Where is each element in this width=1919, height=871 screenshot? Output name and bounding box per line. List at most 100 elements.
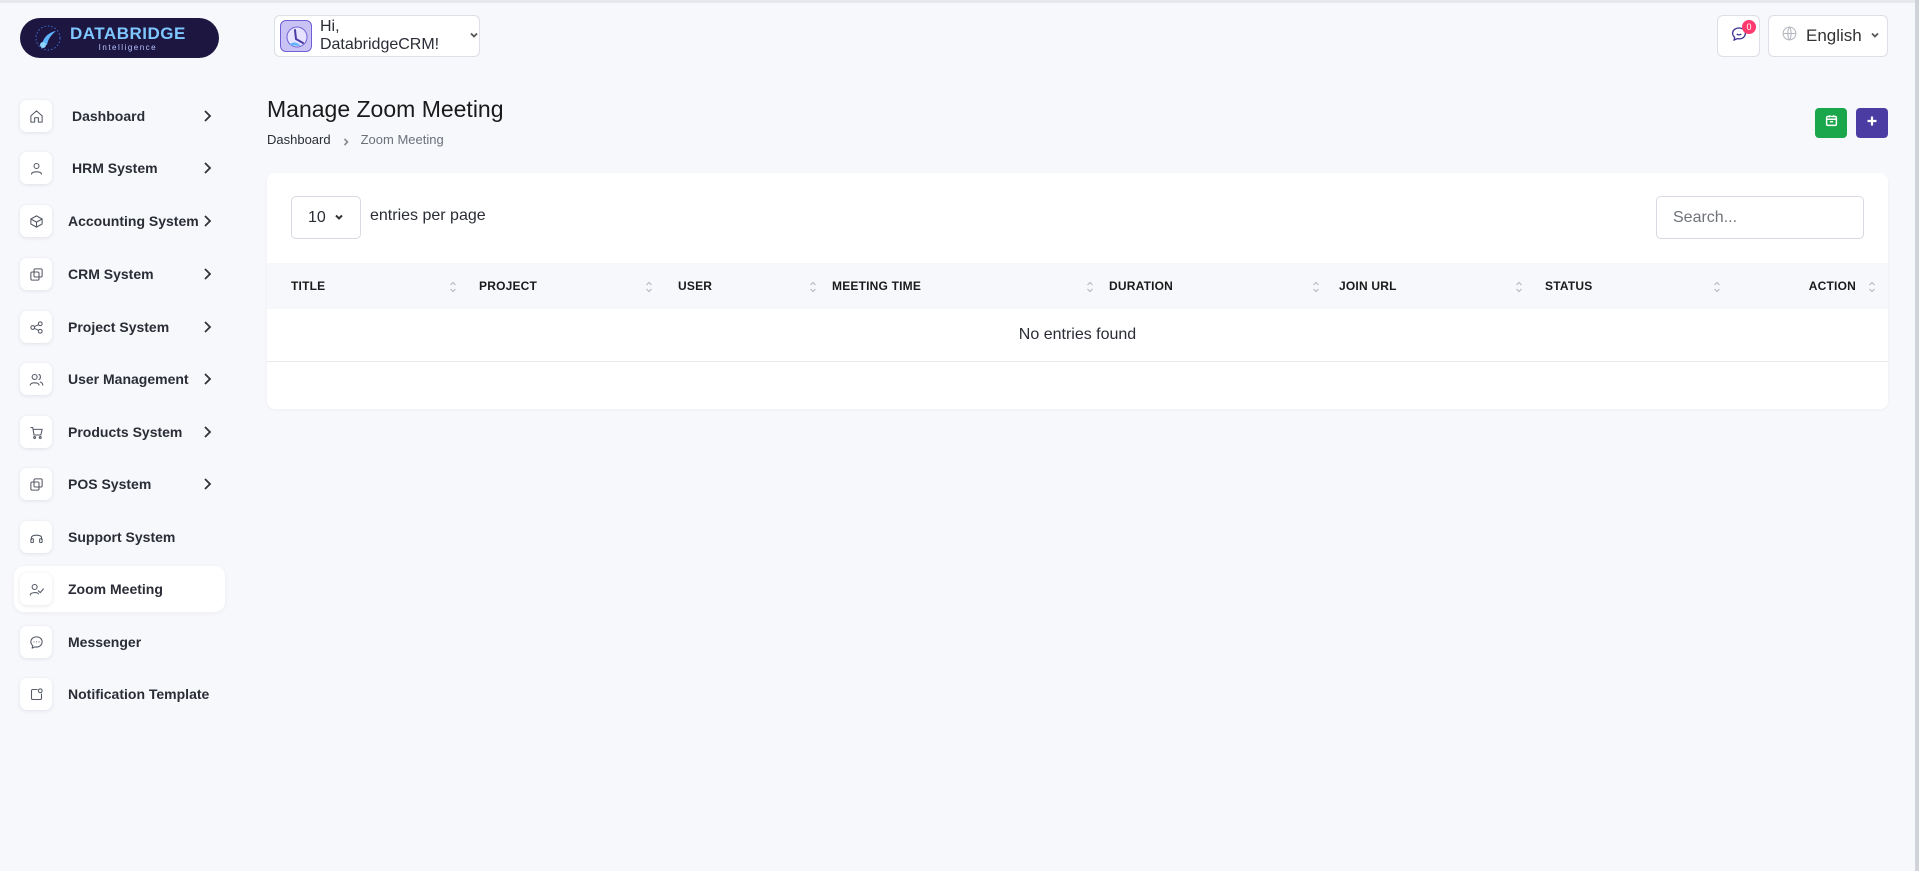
add-meeting-button[interactable] [1856,108,1888,138]
notification-icon [20,678,52,710]
sidebar-item-hrm-system[interactable]: HRM System [14,145,225,191]
column-label: DURATION [1109,279,1174,293]
sidebar-item-label: Support System [68,529,176,545]
cart-icon [20,416,52,448]
breadcrumb-current: Zoom Meeting [360,132,444,147]
top-border [0,0,1919,3]
sidebar-item-user-management[interactable]: User Management [14,356,225,402]
zoom-meeting-table-card: 10 entries per page TITLE PROJECT USER M… [267,173,1888,409]
page-title: Manage Zoom Meeting [267,96,504,122]
column-label: TITLE [291,279,326,293]
table-empty-row: No entries found [267,309,1888,362]
sidebar-item-label: POS System [68,476,152,492]
sidebar-item-zoom-meeting[interactable]: Zoom Meeting [14,566,225,612]
sort-icon [1515,280,1523,294]
chevron-down-icon [469,27,479,45]
column-label: USER [678,279,713,293]
sidebar-item-project-system[interactable]: Project System [14,304,225,350]
column-header-join-url[interactable]: JOIN URL [1339,263,1533,309]
breadcrumb-dashboard-link[interactable]: Dashboard [267,132,331,147]
sort-icon [1086,280,1094,294]
brand-name: DATABRIDGE [70,23,186,43]
brand-logo[interactable]: DATABRIDGE Intelligence [20,18,219,58]
chevron-right-icon [199,371,215,387]
column-header-action[interactable]: ACTION [1747,263,1880,309]
sidebar-item-support-system[interactable]: Support System [14,514,225,560]
user-check-icon [20,573,52,605]
chevron-right-icon [199,476,215,492]
column-header-user[interactable]: USER [678,263,827,309]
headset-icon [20,521,52,553]
table-header: TITLE PROJECT USER MEETING TIME DURATION… [267,263,1888,309]
plus-icon [1866,114,1878,132]
column-header-status[interactable]: STATUS [1545,263,1731,309]
search-input[interactable] [1656,196,1864,239]
sidebar-item-label: Dashboard [72,108,146,124]
user-icon [20,152,52,184]
chevron-right-icon [199,160,215,176]
chevron-right-icon [199,213,215,229]
sort-icon [645,280,653,294]
layers-icon [20,468,52,500]
sidebar-item-pos-system[interactable]: POS System [14,461,225,507]
entries-per-page-label: entries per page [370,207,486,224]
sidebar-item-crm-system[interactable]: CRM System [14,251,225,297]
column-header-duration[interactable]: DURATION [1109,263,1330,309]
calendar-icon [1825,114,1838,132]
sidebar-item-label: Messenger [68,634,142,650]
chevron-right-icon [199,424,215,440]
sidebar-item-messenger[interactable]: Messenger [14,619,225,665]
logo-mark-icon [34,24,62,52]
sidebar-item-label: HRM System [72,160,158,176]
column-label: MEETING TIME [832,279,922,293]
messages-button[interactable]: 0 [1717,15,1760,57]
sidebar-item-products-system[interactable]: Products System [14,409,225,455]
home-icon [20,100,52,132]
brand-tagline: Intelligence [98,42,158,52]
sort-icon [449,280,457,294]
sidebar-item-label: Accounting System [68,213,199,229]
sort-icon [1312,280,1320,294]
globe-icon [1781,25,1798,47]
sidebar-item-label: Products System [68,424,183,440]
user-greeting: Hi, DatabridgeCRM! [319,18,440,53]
breadcrumb: Dashboard Zoom Meeting [267,132,444,147]
sidebar-item-label: Notification Template [68,686,210,702]
chevron-right-icon [199,266,215,282]
sort-icon [809,280,817,294]
chat-icon [20,626,52,658]
sidebar-item-notification-template[interactable]: Notification Template [14,671,225,717]
column-label: PROJECT [479,279,538,293]
column-label: STATUS [1545,279,1593,293]
column-label: JOIN URL [1339,279,1397,293]
layers-icon [20,258,52,290]
column-header-meeting-time[interactable]: MEETING TIME [832,263,1104,309]
share-icon [20,311,52,343]
sidebar-item-label: CRM System [68,266,154,282]
column-header-title[interactable]: TITLE [291,263,467,309]
calendar-button[interactable] [1815,108,1847,138]
sort-icon [1713,280,1721,294]
chevron-right-icon [341,135,351,146]
entries-per-page-value: 10 [308,208,326,226]
empty-message: No entries found [1018,326,1137,343]
sidebar-item-label: Zoom Meeting [68,581,163,597]
message-count-badge: 0 [1742,20,1756,34]
language-label: English [1806,26,1862,45]
sort-icon [1868,280,1876,294]
chevron-right-icon [199,319,215,335]
user-menu-button[interactable]: Hi, DatabridgeCRM! [274,15,480,57]
chevron-right-icon [199,108,215,124]
column-header-project[interactable]: PROJECT [479,263,663,309]
entries-per-page-select[interactable]: 10 [291,196,361,239]
sidebar-item-accounting-system[interactable]: Accounting System [14,198,225,244]
language-selector[interactable]: English [1768,15,1888,57]
box-icon [20,205,52,237]
sidebar-item-label: User Management [68,371,189,387]
users-icon [20,363,52,395]
chevron-down-icon [1870,27,1880,45]
sidebar-item-dashboard[interactable]: Dashboard [14,93,225,139]
scrollbar[interactable] [1915,0,1919,871]
avatar [280,20,312,52]
chevron-down-icon [334,209,344,227]
